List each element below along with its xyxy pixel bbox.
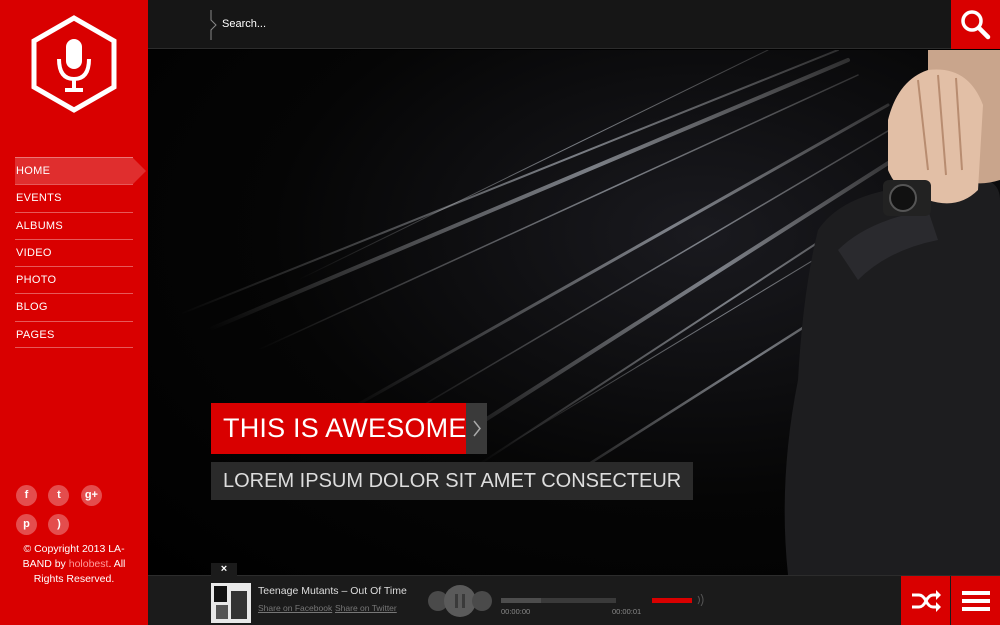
google-plus-icon[interactable]: g+ — [80, 485, 102, 506]
volume-icon[interactable] — [696, 594, 706, 606]
search-input[interactable] — [222, 13, 622, 35]
time-current: 00:00:00 — [501, 607, 531, 616]
slide-subtitle: LOREM IPSUM DOLOR SIT AMET CONSECTEUR — [211, 462, 694, 500]
share-facebook-link[interactable]: Share on Facebook — [258, 603, 332, 613]
microphone-logo-icon[interactable] — [30, 15, 118, 113]
nav-item-pages[interactable]: PAGES — [15, 320, 133, 349]
slide-next-button[interactable] — [466, 403, 487, 454]
chevron-right-icon — [473, 420, 481, 437]
copyright-author-link[interactable]: holobest — [69, 558, 109, 570]
rss-icon[interactable]: ) — [48, 514, 70, 535]
hero-slider: THIS IS AWESOME LOREM IPSUM DOLOR SIT AM… — [148, 50, 1000, 575]
volume-fill — [652, 598, 692, 603]
time-total: 00:00:01 — [612, 607, 642, 616]
nav-item-blog[interactable]: BLOG — [15, 293, 133, 320]
search-icon — [961, 10, 991, 40]
nav-item-home[interactable]: HOME — [15, 157, 146, 185]
pinterest-icon[interactable]: p — [16, 514, 37, 535]
playback-controls — [428, 585, 494, 617]
main-nav: HOME EVENTS ALBUMS VIDEO PHOTO BLOG PAGE… — [15, 157, 146, 349]
progress-fill — [501, 598, 542, 603]
album-art — [211, 583, 251, 623]
chevron-right-icon — [210, 10, 217, 40]
social-links: f t g+ p ) — [16, 485, 136, 543]
menu-button[interactable] — [951, 576, 1000, 625]
player-close-button[interactable]: × — [211, 563, 237, 576]
hamburger-menu-icon — [962, 591, 990, 611]
nav-item-events[interactable]: EVENTS — [15, 184, 133, 211]
volume-slider[interactable] — [652, 598, 692, 603]
sidebar: HOME EVENTS ALBUMS VIDEO PHOTO BLOG PAGE… — [0, 0, 148, 625]
progress-bar[interactable] — [501, 598, 616, 603]
facebook-icon[interactable]: f — [16, 485, 37, 506]
nav-item-albums[interactable]: ALBUMS — [15, 211, 133, 239]
next-button[interactable] — [472, 591, 492, 611]
nav-item-video[interactable]: VIDEO — [15, 238, 133, 266]
artist-photo — [784, 50, 1000, 575]
slide-title: THIS IS AWESOME — [211, 403, 479, 454]
nav-item-photo[interactable]: PHOTO — [15, 266, 133, 293]
twitter-icon[interactable]: t — [48, 485, 70, 506]
shuffle-button[interactable] — [901, 576, 950, 625]
music-player: × Teenage Mutants – Out Of Time Share on… — [148, 563, 1000, 625]
track-title: Teenage Mutants – Out Of Time — [258, 585, 407, 597]
album-cover-image — [211, 583, 251, 623]
shuffle-icon — [912, 590, 941, 612]
copyright: © Copyright 2013 LA-BAND by holobest. Al… — [12, 542, 136, 587]
top-bar — [148, 0, 1000, 49]
share-twitter-link[interactable]: Share on Twitter — [335, 603, 397, 613]
search-button[interactable] — [951, 0, 1000, 49]
